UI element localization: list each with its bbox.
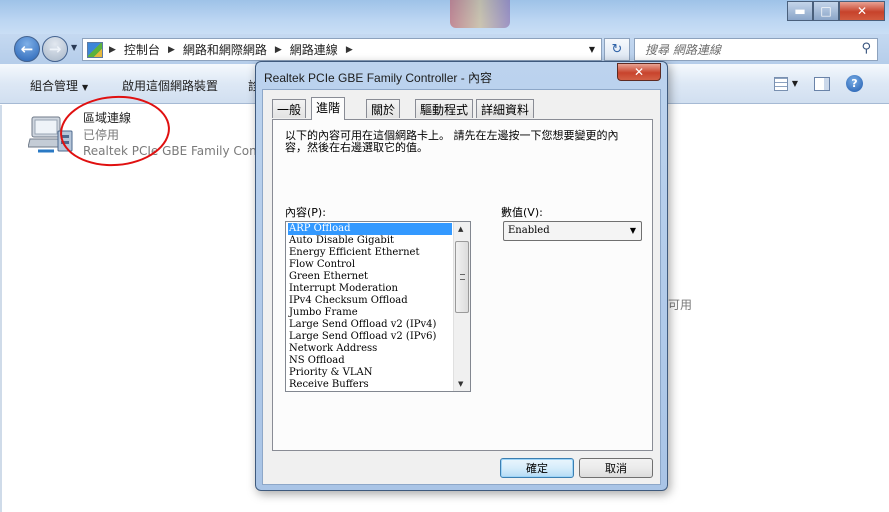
breadcrumb-separator-icon[interactable]: ▶ [275, 45, 282, 55]
property-list-item[interactable]: Auto Disable Gigabit [288, 235, 452, 247]
tab-general[interactable]: 一般 [272, 99, 307, 118]
navigation-bar: ← → ▼ ▶ 控制台 ▶ 網路和網際網路 ▶ 網路連線 ▶ ▼ ↻ 搜尋 網路… [0, 34, 889, 64]
property-list-item[interactable]: NS Offload [288, 355, 452, 367]
recent-pages-dropdown-icon[interactable]: ▼ [71, 43, 77, 52]
property-list-item[interactable]: IPv4 Checksum Offload [288, 295, 452, 307]
cancel-button[interactable]: 取消 [579, 458, 653, 478]
breadcrumb-network-internet[interactable]: 網路和網際網路 [183, 41, 267, 58]
search-placeholder: 搜尋 網路連線 [645, 43, 721, 57]
scroll-down-icon[interactable]: ▼ [458, 380, 463, 388]
close-icon[interactable]: ✕ [617, 63, 661, 81]
advanced-description: 以下的內容可用在這個網路卡上。 請先在左邊按一下您想要變更的內容，然後在右邊選取… [285, 129, 619, 154]
property-list-item[interactable]: Jumbo Frame [288, 307, 452, 319]
change-view-icon[interactable] [773, 76, 788, 91]
property-list-item[interactable]: ARP Offload [288, 223, 452, 235]
view-options-dropdown-icon[interactable]: ▼ [792, 79, 798, 88]
search-icon[interactable]: ⚲ [861, 41, 871, 56]
dialog-title: Realtek PCIe GBE Family Controller - 內容 [264, 71, 493, 85]
preview-pane-icon[interactable] [814, 76, 830, 91]
window-controls: ▬ □ ✕ [787, 1, 885, 21]
address-dropdown-icon[interactable]: ▼ [589, 45, 595, 54]
breadcrumb-control-panel[interactable]: 控制台 [124, 41, 160, 58]
explorer-titlebar: ▬ □ ✕ [0, 0, 889, 34]
property-label: 內容(P): [285, 206, 326, 219]
property-listbox[interactable]: ARP Offload Auto Disable Gigabit Energy Ef… [285, 221, 471, 392]
dialog-body: 一般 進階 關於 驅動程式 詳細資料 以下的內容可用在這個網路卡上。 請先在左邊… [262, 89, 661, 485]
help-icon[interactable]: ? [846, 75, 863, 92]
search-input[interactable]: 搜尋 網路連線 ⚲ [634, 38, 878, 61]
property-list-item[interactable]: Interrupt Moderation [288, 283, 452, 295]
properties-dialog: Realtek PCIe GBE Family Controller - 內容 … [255, 61, 668, 491]
back-arrow-icon[interactable]: ← [14, 36, 40, 62]
taskbar-thumbnail-glimpse [450, 0, 510, 28]
advanced-tab-panel: 以下的內容可用在這個網路卡上。 請先在左邊按一下您想要變更的內容，然後在右邊選取… [272, 119, 653, 451]
scroll-up-icon[interactable]: ▲ [458, 225, 463, 233]
enable-device-button[interactable]: 啟用這個網路裝置 [122, 77, 218, 94]
minimize-button[interactable]: ▬ [787, 1, 813, 21]
tab-advanced[interactable]: 進階 [311, 97, 346, 120]
address-bar[interactable]: ▶ 控制台 ▶ 網路和網際網路 ▶ 網路連線 ▶ ▼ [82, 38, 602, 61]
background-status-fragment: 可用 [668, 298, 693, 312]
property-list-item[interactable]: Green Ethernet [288, 271, 452, 283]
organize-label: 組合管理 [30, 79, 79, 93]
view-controls: ▼ ? [773, 75, 863, 92]
property-list-item[interactable]: Energy Efficient Ethernet [288, 247, 452, 259]
property-list-item[interactable]: Flow Control [288, 259, 452, 271]
breadcrumb-separator-icon[interactable]: ▶ [168, 45, 175, 55]
window-left-border [0, 105, 2, 512]
property-list-item[interactable]: Priority & VLAN [288, 367, 452, 379]
scroll-grip-icon [460, 274, 465, 280]
tab-driver[interactable]: 驅動程式 [415, 99, 474, 118]
property-list-item[interactable]: Large Send Offload v2 (IPv4) [288, 319, 452, 331]
property-list-item[interactable]: Large Send Offload v2 (IPv6) [288, 331, 452, 343]
close-window-button[interactable]: ✕ [839, 1, 885, 21]
property-scrollbar[interactable]: ▲ ▼ [453, 222, 470, 391]
property-list: ARP Offload Auto Disable Gigabit Energy Ef… [288, 223, 452, 391]
property-list-item[interactable]: Receive Buffers [288, 379, 452, 391]
chevron-down-icon: ▼ [82, 83, 89, 92]
refresh-icon[interactable]: ↻ [604, 38, 630, 61]
ok-button[interactable]: 確定 [500, 458, 574, 478]
value-select[interactable]: Enabled ▼ [503, 221, 642, 241]
forward-arrow-icon[interactable]: → [42, 36, 68, 62]
control-panel-icon [87, 41, 103, 58]
breadcrumb-separator-icon[interactable]: ▶ [346, 45, 353, 55]
organize-menu-button[interactable]: 組合管理 ▼ [30, 77, 88, 94]
value-label: 數值(V): [501, 206, 543, 219]
property-list-item[interactable]: Network Address [288, 343, 452, 355]
breadcrumb-network-connections[interactable]: 網路連線 [290, 41, 338, 58]
tab-about[interactable]: 關於 [366, 99, 401, 118]
breadcrumb-separator-icon[interactable]: ▶ [109, 45, 116, 55]
value-select-text: Enabled [508, 225, 550, 236]
tab-details[interactable]: 詳細資料 [476, 99, 535, 118]
maximize-button[interactable]: □ [813, 1, 839, 21]
scroll-thumb[interactable] [455, 241, 469, 313]
chevron-down-icon[interactable]: ▼ [630, 226, 636, 235]
